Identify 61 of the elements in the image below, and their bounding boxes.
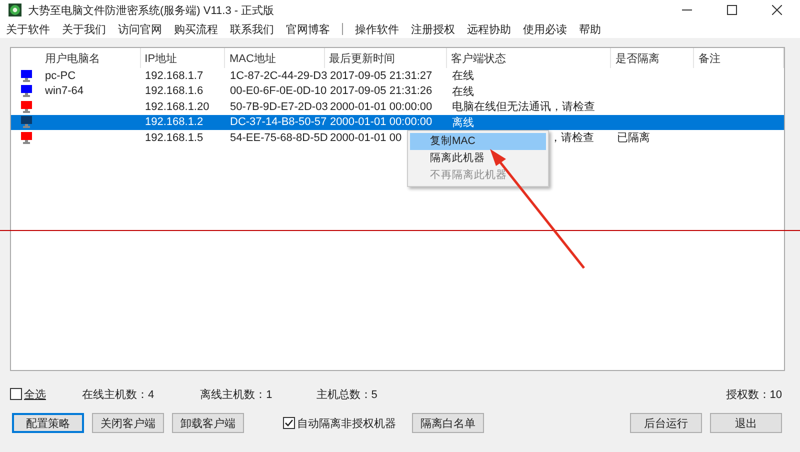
table-cell: 离线 xyxy=(452,116,474,129)
menu-item[interactable]: 访问官网 xyxy=(118,22,162,36)
table-cell: 192.168.1.6 xyxy=(145,85,204,98)
column-header[interactable]: 是否隔离 xyxy=(615,50,660,66)
column-header[interactable]: 客户端状态 xyxy=(450,50,506,66)
table-cell: 在线 xyxy=(452,70,474,82)
action-button[interactable]: 关闭客户端 xyxy=(92,413,164,433)
table-cell: 00-E0-6F-0E-0D-10 xyxy=(230,85,327,98)
table-cell: 192.168.1.7 xyxy=(145,70,204,82)
window-title: 大势至电脑文件防泄密系统(服务端) V11.3 - 正式版 xyxy=(28,4,274,18)
table-cell: 已隔离 xyxy=(617,132,650,144)
menu-item[interactable]: 联系我们 xyxy=(230,22,274,36)
action-button[interactable]: 退出 xyxy=(710,413,782,433)
table-cell: 50-7B-9D-E7-2D-03 xyxy=(230,100,328,113)
action-button[interactable]: 卸载客户端 xyxy=(172,413,244,433)
column-header[interactable]: IP地址 xyxy=(144,50,178,66)
menu-item[interactable]: 官网博客 xyxy=(286,22,330,36)
offline-count: 离线主机数：1 xyxy=(200,388,272,402)
context-menu-item[interactable]: 隔离此机器 xyxy=(410,150,546,167)
auto-isolate-label[interactable]: 自动隔离非授权机器 xyxy=(297,416,396,430)
context-menu-item[interactable]: 复制MAC xyxy=(410,133,546,150)
table-cell: 2000-01-01 00 xyxy=(330,132,402,144)
maximize-icon[interactable] xyxy=(727,5,737,15)
select-all-checkbox[interactable] xyxy=(10,388,22,400)
table-cell: 2000-01-01 00:00:00 xyxy=(330,116,432,128)
select-all-label[interactable]: 全选 xyxy=(24,386,46,402)
menu-item[interactable]: 远程协助 xyxy=(467,22,511,36)
table-cell: 2017-09-05 21:31:26 xyxy=(330,85,432,98)
table-cell: 2000-01-01 00:00:00 xyxy=(330,100,432,113)
column-header[interactable]: 备注 xyxy=(698,50,720,66)
auto-isolate-checkbox[interactable] xyxy=(283,417,295,429)
table-cell: 在线 xyxy=(452,86,474,98)
menu-item[interactable]: 关于软件 xyxy=(6,22,50,36)
menu-item[interactable]: 注册授权 xyxy=(411,22,455,36)
table-cell: 192.168.1.20 xyxy=(145,100,210,113)
action-button[interactable]: 配置策略 xyxy=(12,413,84,433)
app-logo-icon xyxy=(8,3,22,17)
menu-item[interactable]: 使用必读 xyxy=(523,22,567,36)
license-count: 授权数：10 xyxy=(726,388,782,402)
menu-item[interactable]: 购买流程 xyxy=(174,22,218,36)
table-cell: win7-64 xyxy=(45,85,84,98)
table-cell: 电脑在线但无法通讯，请检查 xyxy=(452,101,595,114)
table-cell: DC-37-14-B8-50-57 xyxy=(230,116,327,128)
menu-item[interactable]: 帮助 xyxy=(579,22,601,36)
table-cell: 192.168.1.5 xyxy=(145,132,204,144)
total-count: 主机总数：5 xyxy=(316,388,378,402)
close-icon[interactable] xyxy=(772,5,782,15)
menu-item[interactable]: 关于我们 xyxy=(62,22,106,36)
menu-item[interactable]: 操作软件 xyxy=(355,22,399,36)
action-button[interactable]: 隔离白名单 xyxy=(412,413,484,433)
table-cell: pc-PC xyxy=(45,70,76,82)
table-cell: ，请检查 xyxy=(550,132,594,144)
online-count: 在线主机数：4 xyxy=(82,388,154,402)
table-cell: 2017-09-05 21:31:27 xyxy=(330,70,432,82)
action-button[interactable]: 后台运行 xyxy=(630,413,702,433)
table-cell: 54-EE-75-68-8D-5D xyxy=(230,132,328,144)
table-cell: 1C-87-2C-44-29-D3 xyxy=(230,70,328,82)
table-cell: 192.168.1.2 xyxy=(145,116,204,128)
column-header[interactable]: MAC地址 xyxy=(229,50,276,66)
column-header[interactable]: 最后更新时间 xyxy=(329,50,396,66)
column-header[interactable]: 用户电脑名 xyxy=(44,50,100,66)
